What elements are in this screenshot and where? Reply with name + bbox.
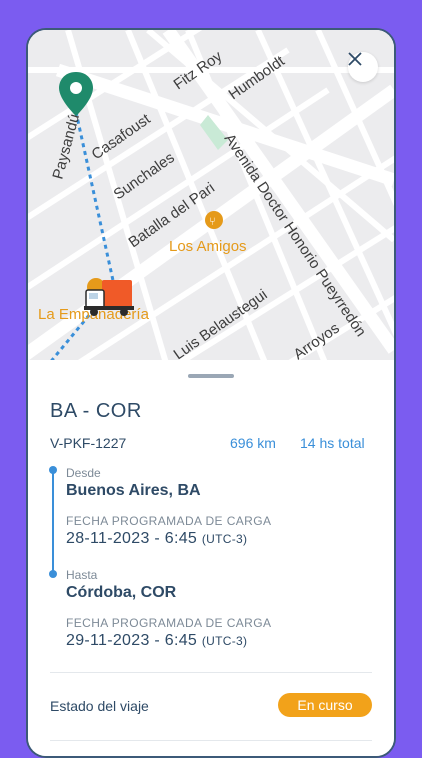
trip-duration: 14 hs total xyxy=(300,435,365,451)
map-canvas: Fitz Roy Humboldt Paysandú Casafoust Sun… xyxy=(28,30,394,360)
svg-text:⑂: ⑂ xyxy=(209,215,216,228)
place-label[interactable]: Los Amigos xyxy=(169,238,247,255)
trip-detail-screen: Fitz Roy Humboldt Paysandú Casafoust Sun… xyxy=(26,28,396,758)
divider xyxy=(50,672,372,673)
destination-date-value: 29-11-2023 - 6:45 xyxy=(66,632,198,649)
trip-status-label: Estado del viaje xyxy=(50,698,149,714)
destination-schedule-label: FECHA PROGRAMADA DE CARGA xyxy=(66,616,272,630)
destination-dot xyxy=(49,570,57,578)
destination-label: Hasta xyxy=(66,568,98,582)
origin-date-value: 28-11-2023 - 6:45 xyxy=(66,530,198,547)
origin-timezone: (UTC-3) xyxy=(201,532,248,546)
timeline-line xyxy=(52,470,54,574)
vehicle-plate: V-PKF-1227 xyxy=(50,435,127,451)
divider xyxy=(50,740,372,741)
origin-dot xyxy=(49,466,57,474)
origin-schedule-label: FECHA PROGRAMADA DE CARGA xyxy=(66,514,272,528)
trip-summary-sheet: BA - COR V-PKF-1227 696 km 14 hs total D… xyxy=(28,360,394,756)
close-icon xyxy=(348,52,362,66)
route-map[interactable]: Fitz Roy Humboldt Paysandú Casafoust Sun… xyxy=(28,30,394,360)
destination-date: 29-11-2023 - 6:45 (UTC-3) xyxy=(66,632,247,650)
trip-distance: 696 km xyxy=(230,435,276,451)
destination-timezone: (UTC-3) xyxy=(201,634,248,648)
route-title: BA - COR xyxy=(50,400,142,422)
origin-label: Desde xyxy=(66,466,101,480)
destination-city: Córdoba, COR xyxy=(66,584,177,601)
origin-date: 28-11-2023 - 6:45 (UTC-3) xyxy=(66,530,247,548)
drag-handle[interactable] xyxy=(188,374,234,378)
status-badge[interactable]: En curso xyxy=(278,693,372,717)
close-button[interactable] xyxy=(348,52,378,82)
origin-city: Buenos Aires, BA xyxy=(66,482,201,499)
